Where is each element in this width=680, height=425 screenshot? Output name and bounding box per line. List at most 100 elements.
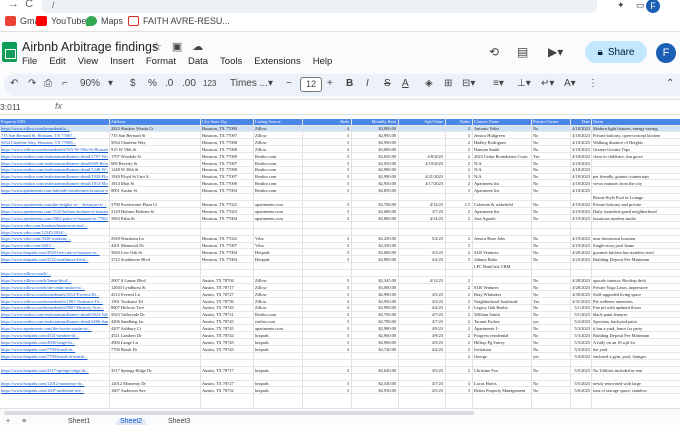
table-cell[interactable]: Zillow bbox=[254, 299, 302, 305]
table-cell[interactable]: No bbox=[532, 147, 570, 153]
table-cell[interactable]: 1607 Anderson Ave bbox=[110, 388, 200, 394]
table-row[interactable]: https://www.apartments.com/3903-palm-st-… bbox=[0, 216, 680, 222]
table-cell[interactable]: https://www.hotpads.com/4521-lambert-dr.… bbox=[0, 333, 108, 339]
table-cell[interactable]: 1814 Mott St bbox=[110, 181, 200, 187]
table-cell[interactable]: Progress residential bbox=[473, 333, 531, 339]
table-cell[interactable]: 609 Beverly St bbox=[110, 161, 200, 167]
table-cell[interactable]: 5/4/2023 bbox=[571, 354, 591, 360]
table-cell[interactable]: $2,700.00 bbox=[352, 312, 398, 318]
table-cell[interactable]: pet friendly, granite countertops bbox=[592, 174, 680, 180]
table-row[interactable]: https://www.apartments.com/3120-holmes-h… bbox=[0, 209, 680, 215]
table-cell[interactable]: $2,640.00 bbox=[352, 368, 398, 374]
table-cell[interactable]: 4/18/2023 bbox=[571, 174, 591, 180]
table-cell[interactable]: Apartment list bbox=[473, 181, 531, 187]
table-cell[interactable]: 2 bbox=[446, 333, 472, 339]
table-cell[interactable]: 3 bbox=[446, 257, 472, 263]
table-cell[interactable]: https://www.vrbo.com/location/houston-tx… bbox=[0, 223, 108, 229]
table-cell[interactable]: 3 bbox=[303, 368, 351, 374]
table-cell[interactable]: Houston, TX 77008 bbox=[201, 181, 253, 187]
table-cell[interactable]: Realtor.com bbox=[254, 174, 302, 180]
table-cell[interactable]: https://www.realtor.com/realestateandhom… bbox=[0, 312, 108, 318]
chevron-down-icon[interactable]: ▾ bbox=[108, 78, 113, 89]
table-cell[interactable]: 4/18/2023 bbox=[571, 140, 591, 146]
bold-button[interactable]: B bbox=[346, 78, 353, 89]
decrease-font-size-button[interactable]: − bbox=[286, 78, 292, 89]
table-cell[interactable]: 2920 Wasskom Ln bbox=[110, 236, 200, 242]
table-cell[interactable]: Houston, TX 77008 bbox=[201, 154, 253, 160]
table-cell[interactable]: Greater Greater Tops bbox=[592, 147, 680, 153]
table-cell[interactable]: 2 bbox=[446, 285, 472, 291]
menu-tools[interactable]: Tools bbox=[220, 56, 242, 67]
table-cell[interactable]: newly renovated with large bbox=[592, 381, 680, 387]
text-color-button[interactable]: A bbox=[402, 78, 409, 89]
table-cell[interactable]: 4/18/2023 bbox=[571, 126, 591, 132]
table-cell[interactable]: 3 bbox=[446, 243, 472, 249]
table-cell[interactable]: Realtor.com bbox=[254, 154, 302, 160]
menu-format[interactable]: Format bbox=[146, 56, 176, 67]
table-cell[interactable]: $2,800.00 bbox=[352, 216, 398, 222]
table-cell[interactable]: No bbox=[532, 347, 570, 353]
bookmark-maps[interactable]: Maps bbox=[86, 16, 123, 26]
table-cell[interactable]: 3920 Live Oak St bbox=[110, 250, 200, 256]
table-cell[interactable]: https://www.zillow.com/b/... bbox=[0, 271, 108, 277]
percent-format-button[interactable]: % bbox=[148, 78, 157, 89]
table-cell[interactable]: Hotpads bbox=[254, 250, 302, 256]
table-cell[interactable]: 4/19/2023 bbox=[571, 209, 591, 215]
table-cell[interactable]: Austin, TX 78717 bbox=[201, 368, 253, 374]
table-cell[interactable]: 5/1/2023 bbox=[571, 305, 591, 311]
table-cell[interactable]: yes bbox=[532, 319, 570, 325]
table-cell[interactable]: Johnny Balto bbox=[473, 257, 531, 263]
column-header[interactable]: Listing Source bbox=[254, 119, 302, 125]
table-cell[interactable]: 3 bbox=[303, 381, 351, 387]
table-cell[interactable]: $2,980.00 bbox=[352, 167, 398, 173]
table-cell[interactable]: Daily furnished gated neighborhood bbox=[592, 209, 680, 215]
table-cell[interactable]: 4/4/23 bbox=[399, 305, 445, 311]
table-cell[interactable]: Legacy Oak Realty bbox=[473, 305, 531, 311]
table-cell[interactable]: 5/5/2023 bbox=[571, 368, 591, 374]
table-cell[interactable]: Houston, TX 77008 bbox=[201, 140, 253, 146]
table-cell[interactable]: 3 bbox=[303, 340, 351, 346]
table-cell[interactable]: 3903 Palm St bbox=[110, 216, 200, 222]
table-cell[interactable]: enclosed a gym, pool, lounges bbox=[592, 354, 680, 360]
table-cell[interactable]: No bbox=[532, 326, 570, 332]
table-cell[interactable]: https://www.apartments.com/lakeside-town… bbox=[0, 188, 108, 194]
table-cell[interactable]: 2 bbox=[446, 250, 472, 256]
table-cell[interactable]: Hadley Rodriguez bbox=[473, 140, 531, 146]
table-cell[interactable]: Yes bbox=[532, 154, 570, 160]
merge-cells-icon[interactable]: ⊟▾ bbox=[462, 78, 475, 89]
table-row[interactable]: https://www.realtor.com/realestateandhom… bbox=[0, 174, 680, 181]
table-row[interactable]: https://www.hotpads.com/4521-lambert-dr.… bbox=[0, 333, 680, 340]
table-row[interactable]: https://www.hotpads.com/3920-live-oak-st… bbox=[0, 250, 680, 257]
back-forward-reload-icons[interactable]: → C bbox=[8, 0, 33, 10]
borders-icon[interactable]: ⊞ bbox=[444, 78, 452, 89]
print-icon[interactable]: ⎙ bbox=[44, 78, 52, 89]
comments-icon[interactable]: ▤ bbox=[517, 45, 528, 59]
table-cell[interactable]: Houston, TX 77004 bbox=[201, 216, 253, 222]
table-cell[interactable]: Austin, TX 78745 bbox=[201, 319, 253, 325]
table-cell[interactable]: No bbox=[532, 161, 570, 167]
menu-insert[interactable]: Insert bbox=[110, 56, 134, 67]
table-cell[interactable]: Apartment list bbox=[473, 209, 531, 215]
table-row[interactable]: https://www.zillow.com/homedetails/4512-… bbox=[0, 292, 680, 298]
table-cell[interactable]: https://www.apartments.com/3903-palm-st-… bbox=[0, 216, 108, 222]
table-cell[interactable]: No bbox=[532, 140, 570, 146]
table-cell[interactable]: https://www.zillow.com/b/the-cedar-austi… bbox=[0, 285, 108, 291]
tab-sheet-1[interactable]: Sheet1 bbox=[68, 418, 90, 425]
column-header[interactable]: Baths bbox=[446, 119, 472, 125]
chevron-down-icon[interactable]: ▾ bbox=[268, 78, 273, 89]
table-cell[interactable]: 1901 Tonkawa Trl bbox=[110, 299, 200, 305]
table-cell[interactable]: Houston, TX 77022 bbox=[201, 202, 253, 208]
table-cell[interactable]: No bbox=[532, 278, 570, 284]
table-cell[interactable]: Austin, TX 78731 bbox=[201, 312, 253, 318]
table-cell[interactable]: 2 bbox=[446, 340, 472, 346]
table-cell[interactable]: 4/20/2023 bbox=[571, 250, 591, 256]
menu-data[interactable]: Data bbox=[188, 56, 208, 67]
table-row[interactable]: Resort-Style Pool in Lounge bbox=[0, 195, 680, 202]
table-cell[interactable]: No bbox=[532, 388, 570, 394]
table-cell[interactable]: 2 bbox=[446, 161, 472, 167]
table-cell[interactable]: 4/5/23 bbox=[399, 340, 445, 346]
table-cell[interactable]: 3 bbox=[303, 243, 351, 249]
column-header[interactable]: City State Zip bbox=[201, 119, 253, 125]
table-cell[interactable]: Austin, TX 78704 bbox=[201, 278, 253, 284]
table-row[interactable]: https://www.zillow.com/b/the-cedar-austi… bbox=[0, 285, 680, 291]
